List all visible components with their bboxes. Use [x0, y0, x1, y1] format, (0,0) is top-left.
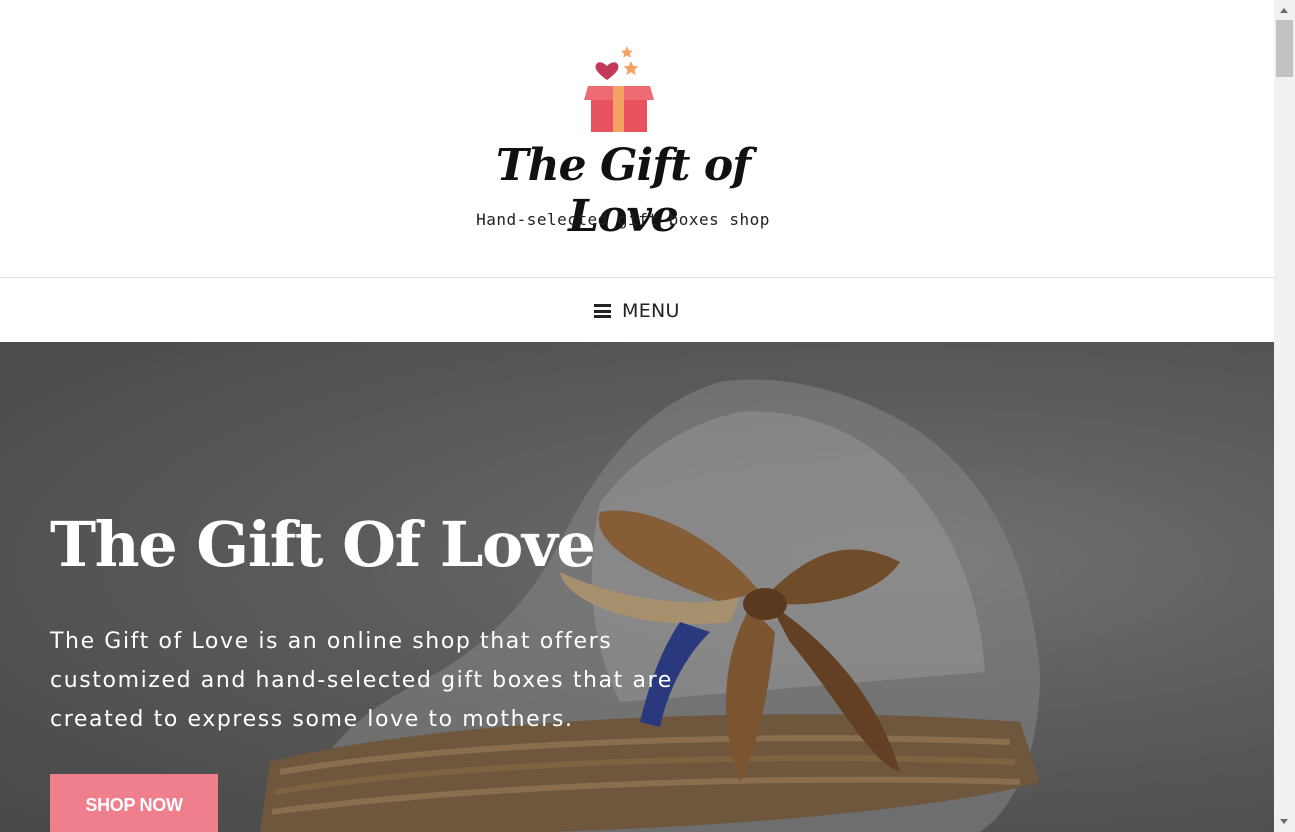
hero-banner: The Gift Of Love The Gift of Love is an …: [0, 342, 1274, 832]
gift-box-icon: [584, 46, 654, 132]
scroll-down-arrow-icon[interactable]: [1274, 812, 1295, 832]
shop-now-button[interactable]: SHOP NOW: [50, 774, 218, 832]
scrollbar-thumb[interactable]: [1276, 20, 1293, 77]
menu-bar: MENU: [0, 279, 1274, 342]
logo-tagline: Hand-selected gift boxes shop: [476, 210, 770, 229]
site-logo[interactable]: The Gift of Love Hand-selected gift boxe…: [440, 36, 820, 242]
hero-title: The Gift Of Love: [50, 508, 596, 581]
menu-toggle-button[interactable]: MENU: [594, 297, 680, 325]
page: The Gift of Love Hand-selected gift boxe…: [0, 0, 1274, 832]
site-header: The Gift of Love Hand-selected gift boxe…: [0, 0, 1274, 278]
menu-label: MENU: [622, 300, 680, 322]
hero-overlay: [0, 342, 1274, 832]
scroll-up-arrow-icon[interactable]: [1274, 0, 1295, 20]
hero-description: The Gift of Love is an online shop that …: [50, 629, 673, 732]
hamburger-icon: [594, 304, 611, 318]
vertical-scrollbar[interactable]: [1274, 0, 1295, 832]
